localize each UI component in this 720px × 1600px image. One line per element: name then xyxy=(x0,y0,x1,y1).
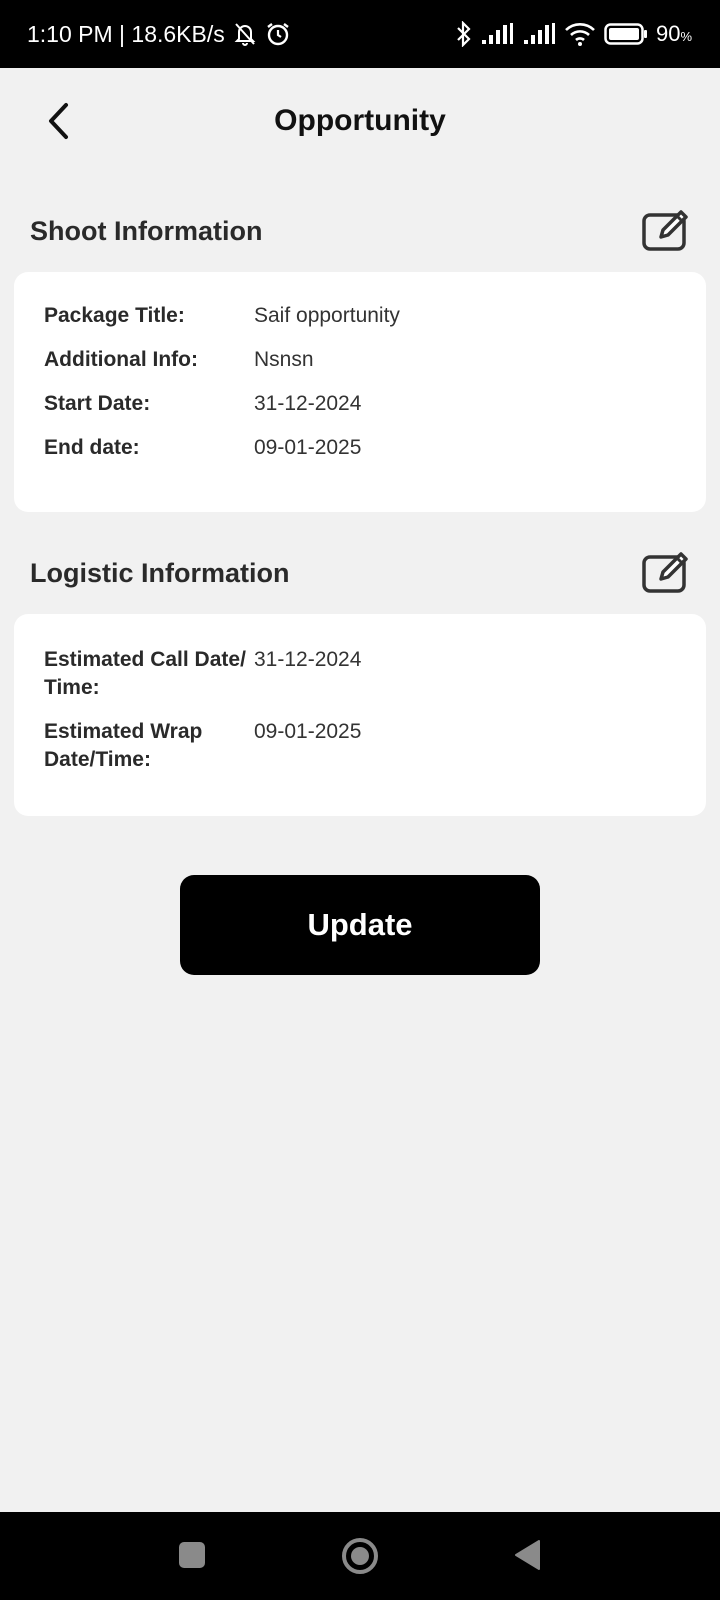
bluetooth-icon xyxy=(456,21,472,47)
row-value: 09-01-2025 xyxy=(254,720,362,743)
row-label: Estimated Wrap Date/Time: xyxy=(44,720,203,771)
system-nav-bar xyxy=(0,1512,720,1600)
wifi-icon xyxy=(564,22,596,46)
signal-icon xyxy=(480,22,514,46)
back-nav-button[interactable] xyxy=(512,1538,542,1572)
recents-button[interactable] xyxy=(178,1540,206,1570)
battery-percent: 90% xyxy=(655,21,692,46)
update-button[interactable]: Update xyxy=(180,875,540,975)
app-header: Opportunity xyxy=(0,68,720,173)
info-row: Package Title: Saif opportunity xyxy=(44,302,676,330)
info-row: Start Date: 31-12-2024 xyxy=(44,390,676,418)
info-row: Estimated Call Date/ Time: 31-12-2024 xyxy=(44,646,676,702)
status-left: 1:10 PM | 18.6KB/s xyxy=(27,21,291,48)
info-row: Additional Info: Nsnsn xyxy=(44,346,676,374)
edit-icon xyxy=(642,552,688,593)
edit-logistic-info-button[interactable] xyxy=(640,550,692,596)
info-row: End date: 09-01-2025 xyxy=(44,434,676,462)
row-value: 31-12-2024 xyxy=(254,392,362,415)
status-right: 90% xyxy=(456,21,692,47)
status-bar: 1:10 PM | 18.6KB/s 90% xyxy=(0,0,720,68)
battery-icon xyxy=(604,23,648,45)
row-label: End date: xyxy=(44,436,140,459)
logistic-info-title: Logistic Information xyxy=(30,557,290,588)
signal-icon xyxy=(522,22,556,46)
row-label: Estimated Call Date/ Time: xyxy=(44,648,246,699)
edit-icon xyxy=(642,210,688,251)
shoot-info-header: Shoot Information xyxy=(30,206,692,256)
mute-bell-icon xyxy=(233,21,257,47)
row-value: Saif opportunity xyxy=(254,304,400,327)
home-circle-icon xyxy=(342,1538,378,1574)
shoot-info-card: Package Title: Saif opportunity Addition… xyxy=(14,272,706,512)
alarm-icon xyxy=(265,21,291,47)
status-time-speed: 1:10 PM | 18.6KB/s xyxy=(27,20,225,47)
logistic-info-card: Estimated Call Date/ Time: 31-12-2024 Es… xyxy=(14,614,706,816)
row-label: Additional Info: xyxy=(44,348,198,371)
row-value: 09-01-2025 xyxy=(254,436,362,459)
row-value: 31-12-2024 xyxy=(254,648,362,671)
logistic-info-header: Logistic Information xyxy=(30,548,692,598)
home-button[interactable] xyxy=(340,1536,380,1576)
edit-shoot-info-button[interactable] xyxy=(640,208,692,254)
recents-square-icon xyxy=(179,1542,205,1568)
row-value: Nsnsn xyxy=(254,348,314,371)
info-row: Estimated Wrap Date/Time: 09-01-2025 xyxy=(44,718,676,774)
page-title: Opportunity xyxy=(274,104,446,137)
row-label: Start Date: xyxy=(44,392,151,415)
back-triangle-icon xyxy=(515,1540,540,1570)
row-label: Package Title: xyxy=(44,304,185,327)
shoot-info-title: Shoot Information xyxy=(30,215,263,246)
